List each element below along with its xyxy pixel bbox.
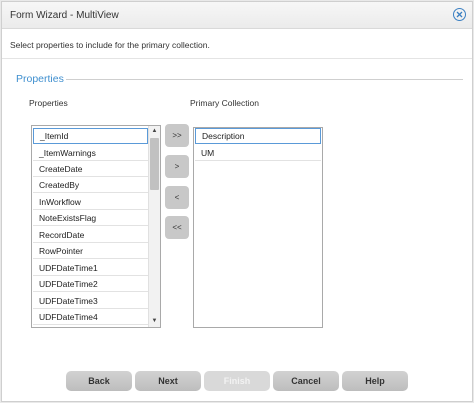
list-item[interactable]: _ItemWarnings [33, 145, 148, 161]
available-list-label: Properties [29, 98, 68, 108]
add-all-button[interactable]: >> [165, 124, 189, 147]
list-item[interactable]: UDFDateTime3 [33, 293, 148, 309]
instruction-text: Select properties to include for the pri… [10, 40, 210, 50]
form-wizard-dialog: Form Wizard - MultiView Select propertie… [1, 1, 473, 402]
primary-list-label: Primary Collection [190, 98, 259, 108]
list-item[interactable]: UDFDateTime4 [33, 309, 148, 325]
list-item[interactable]: CreatedBy [33, 177, 148, 193]
list-item[interactable]: UDFDateTime2 [33, 276, 148, 292]
list-item[interactable]: UDFDateTime1 [33, 260, 148, 276]
available-properties-list[interactable]: _ItemId _ItemWarnings CreateDate Created… [31, 125, 161, 328]
close-icon[interactable] [453, 8, 466, 21]
help-button[interactable]: Help [342, 371, 408, 391]
finish-button[interactable]: Finish [204, 371, 270, 391]
list-item[interactable]: InWorkflow [33, 194, 148, 210]
properties-legend: Properties [16, 73, 64, 85]
add-button[interactable]: > [165, 155, 189, 178]
next-button[interactable]: Next [135, 371, 201, 391]
list-scrollbar[interactable]: ▲ ▼ [148, 126, 160, 327]
list-item[interactable]: Description [195, 128, 321, 144]
cancel-button[interactable]: Cancel [273, 371, 339, 391]
back-button[interactable]: Back [66, 371, 132, 391]
title-bar: Form Wizard - MultiView [2, 2, 472, 29]
list-item[interactable]: _ItemId [33, 128, 148, 144]
primary-collection-list[interactable]: Description UM [193, 127, 323, 328]
scroll-down-icon[interactable]: ▼ [149, 316, 160, 326]
list-item[interactable]: RowPointer [33, 243, 148, 259]
list-item[interactable]: RecordDate [33, 227, 148, 243]
divider [2, 58, 472, 59]
list-item[interactable]: CreateDate [33, 161, 148, 177]
scroll-thumb[interactable] [150, 138, 159, 190]
scroll-up-icon[interactable]: ▲ [149, 126, 160, 136]
list-item[interactable]: NoteExistsFlag [33, 210, 148, 226]
remove-button[interactable]: < [165, 186, 189, 209]
list-item[interactable]: UM [195, 145, 321, 161]
section-divider [66, 79, 463, 80]
remove-all-button[interactable]: << [165, 216, 189, 239]
dialog-title: Form Wizard - MultiView [10, 10, 119, 21]
